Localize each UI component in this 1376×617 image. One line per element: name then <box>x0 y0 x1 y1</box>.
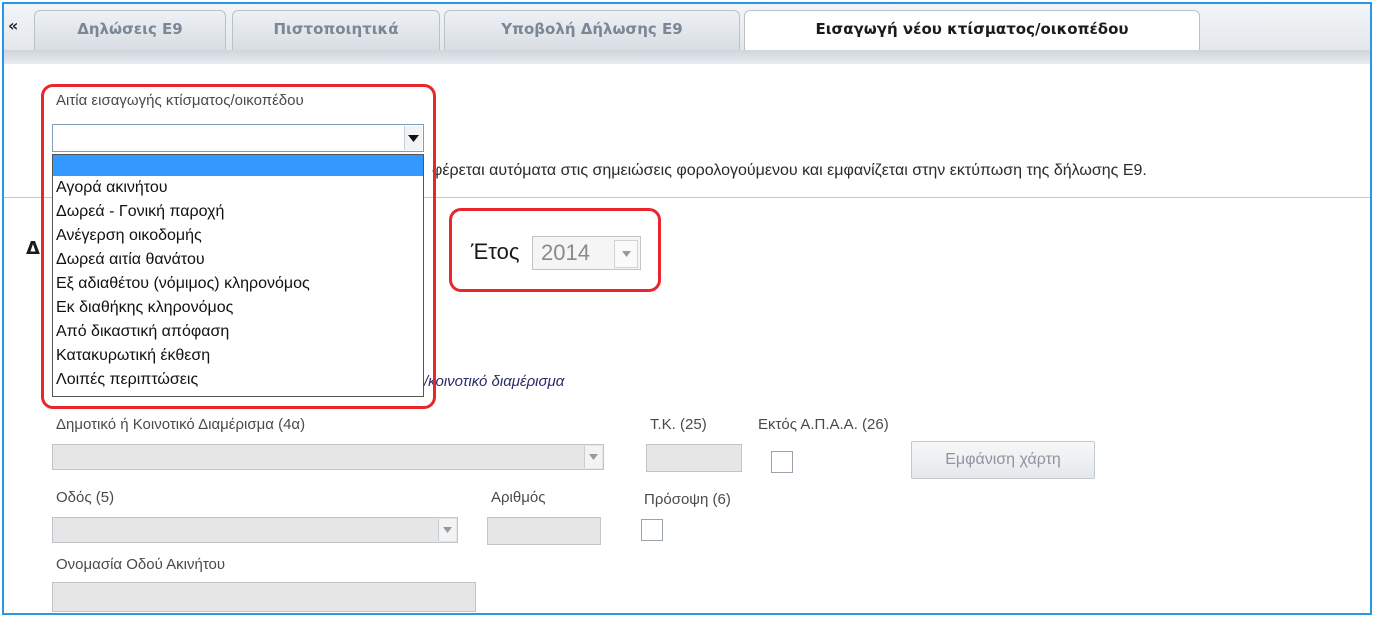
street-name-input[interactable] <box>52 582 476 612</box>
location-hint: /κοινοτικό διαμέρισμα <box>424 373 565 390</box>
street-name-label: Ονομασία Οδού Ακινήτου <box>56 556 226 573</box>
highlight-box-cause <box>41 84 436 409</box>
postcode-label: Τ.Κ. (25) <box>650 416 707 433</box>
street-select[interactable] <box>52 517 458 543</box>
postcode-input[interactable] <box>646 444 742 472</box>
number-input[interactable] <box>487 517 601 545</box>
section-title: Δ <box>26 238 40 259</box>
cause-note: φέρεται αυτόματα στις σημειώσεις φορολογ… <box>432 162 1147 179</box>
tab-new-property[interactable]: Εισαγωγή νέου κτίσματος/οικοπέδου <box>744 10 1200 51</box>
outside-apaa-label: Εκτός Α.Π.Α.Α. (26) <box>758 416 889 433</box>
tab-bar: « Δηλώσεις Ε9 Πιστοποιητικά Υποβολή Δήλω… <box>4 4 1370 51</box>
district-label: Δημοτικό ή Κοινοτικό Διαμέρισμα (4α) <box>56 416 306 433</box>
district-select[interactable] <box>52 444 604 470</box>
app-frame: « Δηλώσεις Ε9 Πιστοποιητικά Υποβολή Δήλω… <box>2 2 1372 615</box>
frontage-checkbox[interactable] <box>641 519 663 541</box>
street-label: Οδός (5) <box>56 489 115 506</box>
tab-strip <box>4 50 1370 64</box>
frontage-label: Πρόσοψη (6) <box>644 491 731 508</box>
tab-certificates[interactable]: Πιστοποιητικά <box>232 10 440 50</box>
tab-declarations-e9[interactable]: Δηλώσεις Ε9 <box>34 10 226 50</box>
highlight-box-year <box>449 208 661 292</box>
street-dropdown-arrow-icon[interactable] <box>438 519 456 541</box>
show-map-button[interactable]: Εμφάνιση χάρτη <box>911 441 1095 479</box>
district-dropdown-arrow-icon[interactable] <box>584 446 602 468</box>
number-label: Αριθμός <box>491 489 546 506</box>
collapse-icon[interactable]: « <box>8 16 18 35</box>
tab-submit-e9[interactable]: Υποβολή Δήλωσης Ε9 <box>444 10 740 50</box>
outside-apaa-checkbox[interactable] <box>771 451 793 473</box>
